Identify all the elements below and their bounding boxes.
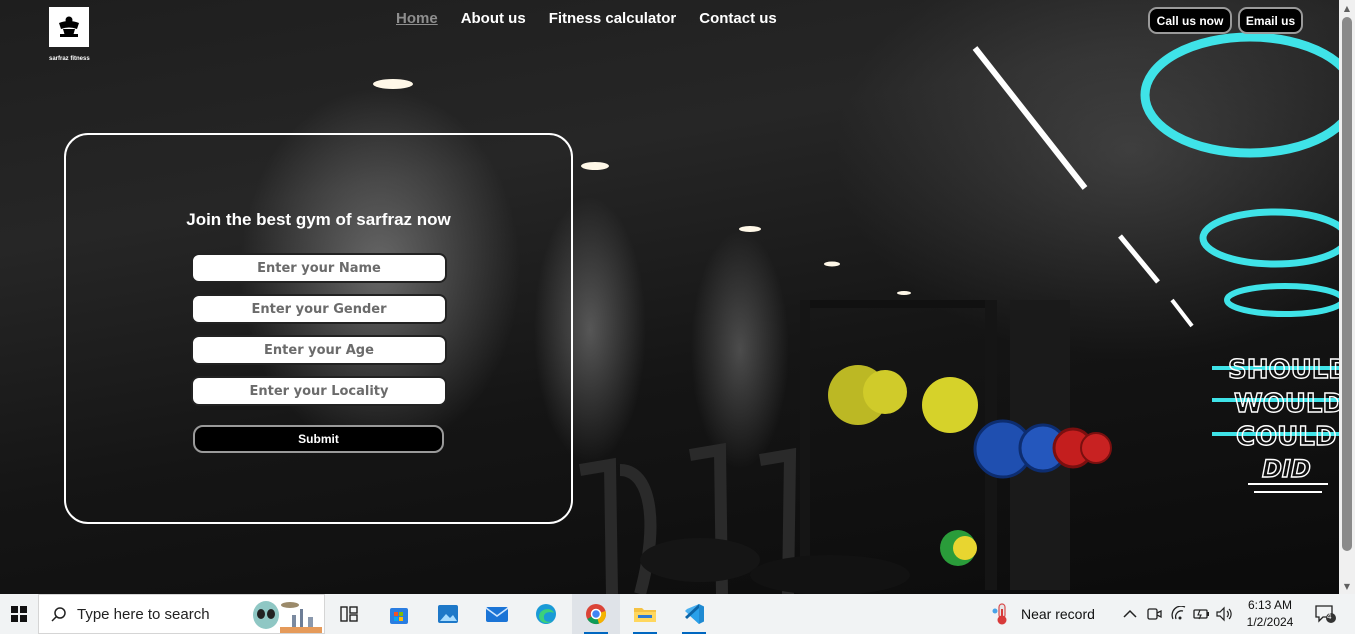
bodybuilder-icon xyxy=(59,16,79,37)
scrollbar-thumb[interactable] xyxy=(1342,17,1352,551)
brand-caption: sarfraz fitness xyxy=(49,56,90,62)
search-placeholder: Type here to search xyxy=(77,605,210,623)
nav-about-us[interactable]: About us xyxy=(461,10,526,27)
locality-input[interactable] xyxy=(191,376,447,406)
taskbar-app-microsoft-store[interactable] xyxy=(375,594,423,634)
network-wifi-icon[interactable] xyxy=(1170,605,1188,623)
brand-logo[interactable] xyxy=(49,7,89,47)
email-us-button[interactable]: Email us xyxy=(1238,7,1303,34)
notification-center-icon[interactable]: 4 xyxy=(1313,605,1337,623)
taskbar-app-file-explorer[interactable] xyxy=(621,594,669,634)
nav-home[interactable]: Home xyxy=(396,10,438,27)
ceiling-light xyxy=(373,79,413,89)
ceiling-light xyxy=(739,226,761,232)
taskbar-app-mail[interactable] xyxy=(473,594,521,634)
nav-fitness-calculator[interactable]: Fitness calculator xyxy=(549,10,677,27)
name-input[interactable] xyxy=(191,253,447,283)
notification-count-badge: 4 xyxy=(1327,612,1332,621)
meet-now-icon[interactable] xyxy=(1145,605,1163,623)
clock-time: 6:13 AM xyxy=(1247,598,1293,612)
search-icon xyxy=(51,607,66,622)
windows-logo-icon xyxy=(10,606,27,622)
microsoft-store-icon xyxy=(390,608,408,624)
photos-icon xyxy=(438,605,458,623)
neon-ring xyxy=(1199,208,1339,268)
rack-frame xyxy=(800,300,810,590)
neon-sign-line-4: DID xyxy=(1262,455,1311,483)
exercise-bike xyxy=(640,538,760,582)
main-nav: Home About us Fitness calculator Contact… xyxy=(396,10,777,27)
weight-plate-yellow xyxy=(953,536,977,560)
scroll-up-arrow-icon[interactable]: ▲ xyxy=(1339,0,1355,16)
taskbar-search-box[interactable]: Type here to search xyxy=(38,594,325,634)
start-button[interactable] xyxy=(0,594,37,634)
folder-icon xyxy=(634,608,656,622)
call-us-button[interactable]: Call us now xyxy=(1148,7,1232,34)
form-title: Join the best gym of sarfraz now xyxy=(186,210,451,229)
chrome-icon xyxy=(586,604,606,625)
mail-icon xyxy=(485,607,509,622)
tube-light xyxy=(1118,234,1160,284)
edge-icon xyxy=(536,604,556,624)
search-highlight-illustration xyxy=(253,601,322,633)
volume-icon[interactable] xyxy=(1216,605,1234,623)
taskbar-app-chrome[interactable] xyxy=(572,594,620,634)
neon-sign-line-2: WOULD xyxy=(1234,389,1339,419)
battery-icon[interactable] xyxy=(1193,605,1211,623)
task-view-button[interactable] xyxy=(325,594,373,634)
submit-button[interactable]: Submit xyxy=(193,425,444,453)
ceiling-light xyxy=(897,291,911,295)
join-form-card: Join the best gym of sarfraz now Submit xyxy=(64,133,573,524)
neon-sign-line-3: COULD xyxy=(1236,422,1336,452)
medicine-ball xyxy=(922,377,978,433)
tube-light xyxy=(972,46,1088,190)
thermometer-icon xyxy=(992,603,1007,625)
exercise-bike xyxy=(750,555,910,594)
neon-ring xyxy=(1140,32,1339,158)
weather-text: Near record xyxy=(1021,606,1095,622)
neon-ring xyxy=(1224,283,1339,317)
neon-sign-line-1: SHOULD xyxy=(1228,355,1339,385)
nav-contact-us[interactable]: Contact us xyxy=(699,10,777,27)
ceiling-light xyxy=(581,162,609,170)
rack-frame xyxy=(800,300,990,308)
medicine-ball xyxy=(863,370,907,414)
taskbar-app-vs-code[interactable] xyxy=(670,594,718,634)
scroll-down-arrow-icon[interactable]: ▼ xyxy=(1339,578,1355,594)
age-input[interactable] xyxy=(191,335,447,365)
hero-section: SHOULD WOULD COULD DID sarfraz fitness H… xyxy=(0,0,1339,594)
weather-widget[interactable]: Near record xyxy=(992,594,1095,634)
weight-plate-red xyxy=(1080,432,1112,464)
taskbar-app-edge[interactable] xyxy=(522,594,570,634)
tube-light xyxy=(1170,298,1194,328)
clock-date: 1/2/2024 xyxy=(1246,615,1294,629)
page-scrollbar[interactable]: ▲ ▼ xyxy=(1339,0,1355,594)
ceiling-light xyxy=(824,261,840,267)
gender-input[interactable] xyxy=(191,294,447,324)
taskbar-clock[interactable]: 6:13 AM 1/2/2024 xyxy=(1240,597,1300,631)
task-view-icon xyxy=(340,606,358,622)
taskbar-app-photos[interactable] xyxy=(424,594,472,634)
windows-taskbar: Type here to search Near record 6:13 AM … xyxy=(0,594,1355,634)
vs-code-icon xyxy=(685,604,704,624)
show-hidden-icons-chevron-icon[interactable] xyxy=(1121,605,1139,623)
